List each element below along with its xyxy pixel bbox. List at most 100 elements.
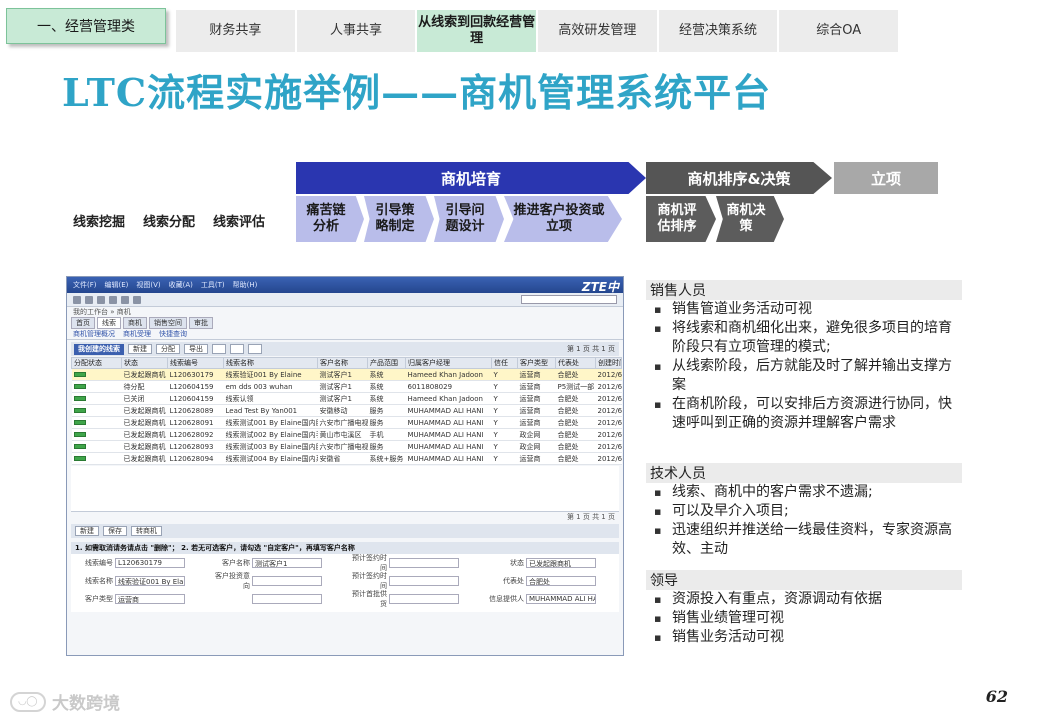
saved-query-select[interactable]: [521, 295, 617, 304]
sub-link[interactable]: 商机管理概况: [73, 329, 115, 339]
form-input[interactable]: L120630179: [115, 558, 185, 568]
column-header[interactable]: 分配状态: [71, 357, 122, 369]
table-cell: [71, 452, 122, 465]
forward-icon[interactable]: [85, 295, 93, 304]
sub-link[interactable]: 快捷查询: [159, 329, 187, 339]
table-row[interactable]: 待分配 L120604159 em dds 003 wuhan 测试客户1 系统 6011…: [71, 380, 622, 393]
lead-list-toolbar: 我创建的线索 新建 分配 导出 第 1 页 共 1 页: [71, 342, 619, 356]
column-header[interactable]: 客户名称: [317, 357, 368, 369]
form-input[interactable]: [389, 576, 459, 586]
table-cell: L120604159: [167, 380, 224, 393]
table-row[interactable]: 已发起跟商机L120628091线索测试001 By Elaine国内服务六安市…: [71, 416, 622, 429]
form-input[interactable]: [389, 558, 459, 568]
column-header[interactable]: 代表处: [555, 357, 596, 369]
form-label: 线索编号: [85, 559, 113, 567]
column-header[interactable]: 产品范围: [367, 357, 406, 369]
table-cell: 系统: [367, 368, 406, 381]
category-tab[interactable]: 一、经营管理类: [6, 8, 166, 44]
table-row[interactable]: 已发起跟商机 L120628089 Lead Test By Yan001 安徽移动服…: [71, 404, 622, 417]
column-header[interactable]: 归属客户经理: [405, 357, 492, 369]
sub-link[interactable]: 商机受理: [123, 329, 151, 339]
module-tab[interactable]: 销售空间: [149, 317, 187, 329]
nav-tab-1[interactable]: 人事共享: [296, 10, 416, 52]
table-cell: 线索测试001 By Elaine国内服务: [223, 416, 318, 429]
table-cell: L120628092: [167, 428, 224, 441]
print-icon[interactable]: [109, 295, 117, 304]
mail-icon[interactable]: [133, 295, 141, 304]
table-cell: 服务: [367, 404, 406, 417]
menu-item[interactable]: 帮助(H): [233, 280, 258, 290]
form-label: 客户投资意向: [215, 572, 250, 590]
nav-tab-3[interactable]: 高效研发管理: [538, 10, 657, 52]
nav-tab-2[interactable]: 从线索到回款经营管理: [417, 10, 537, 52]
list-button[interactable]: 分配: [156, 344, 180, 354]
nav-tab-4[interactable]: 经营决策系统: [658, 10, 778, 52]
form-input[interactable]: MUHAMMAD ALI HANI: [526, 594, 596, 604]
menu-item[interactable]: 文件(F): [73, 280, 97, 290]
module-tab[interactable]: 首页: [71, 317, 95, 329]
form-input[interactable]: 运营商: [115, 594, 185, 604]
panel-sales: 销售人员 销售管道业务活动可视将线索和商机细化出来，避免很多项目的培育阶段只有立…: [646, 280, 962, 433]
form-input[interactable]: [252, 576, 322, 586]
form-input[interactable]: [252, 594, 322, 604]
menu-item[interactable]: 编辑(E): [105, 280, 129, 290]
column-header[interactable]: 信任: [491, 357, 518, 369]
form-input[interactable]: 线索验证001 By Elaine: [115, 576, 185, 586]
table-cell: L120604159: [167, 392, 224, 405]
module-tab[interactable]: 线索: [97, 317, 121, 329]
table-cell: Hameed Khan Jadoon: [405, 392, 492, 405]
table-cell: 测试客户1: [317, 380, 368, 393]
table-row[interactable]: 已发起跟商机 L120630179 线索验证001 By Elaine 测试客户1 系统…: [71, 368, 622, 381]
detail-button[interactable]: 新建: [75, 526, 99, 536]
save-icon[interactable]: [121, 295, 129, 304]
table-cell: 合肥处: [555, 428, 596, 441]
module-tab[interactable]: 审批: [189, 317, 213, 329]
form-input[interactable]: 已发起跟商机: [526, 558, 596, 568]
list-button[interactable]: 新建: [128, 344, 152, 354]
step-opportunity-rank: 商机评估排序: [646, 196, 716, 242]
list-title: 我创建的线索: [74, 343, 124, 355]
menu-item[interactable]: 收藏(A): [169, 280, 193, 290]
menu-item[interactable]: 视图(V): [136, 280, 160, 290]
table-cell: 运营商: [517, 404, 556, 417]
column-header[interactable]: 创建时间: [595, 357, 622, 369]
detail-button[interactable]: 保存: [103, 526, 127, 536]
form-field: 客户类型 运营商: [71, 590, 208, 608]
detail-button[interactable]: 转商机: [131, 526, 162, 536]
list-button-blank[interactable]: [230, 344, 244, 354]
nav-tab-0[interactable]: 财务共享: [176, 10, 295, 52]
table-row[interactable]: 已发起跟商机L120628092线索测试002 By Elaine国内手机黄山市…: [71, 428, 622, 441]
refresh-icon[interactable]: [97, 295, 105, 304]
table-cell: 六安市广播电视: [317, 440, 368, 453]
table-row[interactable]: 已发起跟商机L120628093线索测试003 By Elaine国内服务六安市…: [71, 440, 622, 453]
menu-item[interactable]: 工具(T): [201, 280, 225, 290]
module-tab[interactable]: 商机: [123, 317, 147, 329]
column-header[interactable]: 线索编号: [167, 357, 224, 369]
form-input[interactable]: 测试客户1: [252, 558, 322, 568]
panel-tech: 技术人员 线索、商机中的客户需求不遗漏;可以及早介入项目;迅速组织并推送给一线最…: [646, 463, 962, 559]
table-row[interactable]: 已关闭 L120604159 线索认领 测试客户1 系统 Hameed Khan Jado…: [71, 392, 622, 405]
table-cell: Y: [491, 368, 518, 381]
table-cell: 系统: [367, 380, 406, 393]
column-header[interactable]: 客户类型: [517, 357, 556, 369]
column-header[interactable]: 状态: [121, 357, 168, 369]
list-button-blank[interactable]: [248, 344, 262, 354]
table-cell: 运营商: [517, 452, 556, 465]
zte-logo: ZTE中: [581, 280, 619, 294]
form-input[interactable]: 合肥处: [526, 576, 596, 586]
form-label: 预计签约时间: [352, 572, 387, 590]
form-label: 客户名称: [222, 559, 250, 567]
table-cell: 政企网: [517, 440, 556, 453]
column-header[interactable]: 线索名称: [223, 357, 318, 369]
nav-tab-5[interactable]: 综合OA: [779, 10, 899, 52]
grid-pager: 第 1 页 共 1 页: [566, 513, 615, 521]
back-icon[interactable]: [73, 295, 81, 304]
form-input[interactable]: [389, 594, 459, 604]
status-icon: [73, 431, 86, 437]
list-button-blank[interactable]: [212, 344, 226, 354]
list-button[interactable]: 导出: [184, 344, 208, 354]
table-cell: 合肥处: [555, 416, 596, 429]
table-cell: L120628089: [167, 404, 224, 417]
table-cell: 合肥处: [555, 404, 596, 417]
table-row[interactable]: 已发起跟商机L120628094线索测试004 By Elaine国内系统+服务…: [71, 452, 622, 465]
